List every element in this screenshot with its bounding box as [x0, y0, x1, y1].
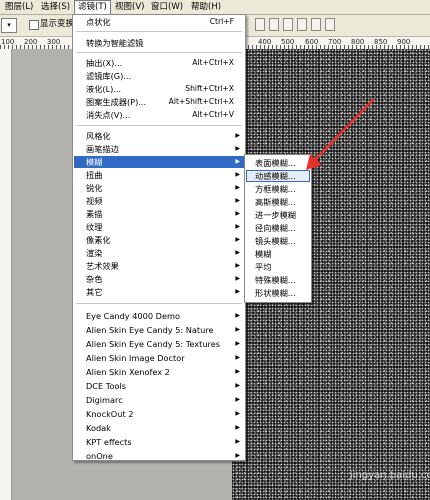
menu-window[interactable]: 窗口(W): [148, 0, 186, 14]
menu-item-image-doctor[interactable]: Alien Skin Image Doctor ▶: [74, 352, 244, 364]
menu-item-distort[interactable]: 扭曲 ▶: [74, 169, 244, 181]
submenu-item-box-blur[interactable]: 方框模糊...: [246, 183, 310, 195]
menu-layer[interactable]: 图层(L): [2, 0, 36, 14]
blur-submenu: 表面模糊... 动感模糊... 方框模糊... 高斯模糊... 进一步模糊 径向…: [244, 154, 312, 303]
menu-select[interactable]: 选择(S): [38, 0, 73, 14]
submenu-item-surface-blur[interactable]: 表面模糊...: [246, 157, 310, 169]
menu-item-eye-candy-4000[interactable]: Eye Candy 4000 Demo ▶: [74, 310, 244, 322]
menu-item-texture[interactable]: 纹理 ▶: [74, 221, 244, 233]
menu-item-sketch[interactable]: 素描 ▶: [74, 208, 244, 220]
distribute-center-icon[interactable]: [311, 18, 321, 31]
menu-item-xenofex[interactable]: Alien Skin Xenofex 2 ▶: [74, 366, 244, 378]
menu-view[interactable]: 视图(V): [112, 0, 147, 14]
menu-help[interactable]: 帮助(H): [188, 0, 224, 14]
distribute-icon[interactable]: [297, 18, 307, 31]
menu-item-kodak[interactable]: Kodak ▶: [74, 422, 244, 434]
menu-item-pattern-maker[interactable]: 图案生成器(P)... Alt+Shift+Ctrl+X: [74, 96, 244, 108]
menu-item-brush-strokes[interactable]: 画笔描边 ▶: [74, 143, 244, 155]
submenu-item-average[interactable]: 平均: [246, 261, 310, 273]
menu-item-sharpen[interactable]: 锐化 ▶: [74, 182, 244, 194]
submenu-item-blur[interactable]: 模糊: [246, 248, 310, 260]
menu-item-artistic[interactable]: 艺术效果 ▶: [74, 260, 244, 272]
align-right-icon[interactable]: [283, 18, 293, 31]
menu-item-extract[interactable]: 抽出(X)... Alt+Ctrl+X: [74, 57, 244, 69]
menu-item-eye-candy-textures[interactable]: Alien Skin Eye Candy 5: Textures ▶: [74, 338, 244, 350]
menu-item-digimarc[interactable]: Digimarc ▶: [74, 394, 244, 406]
show-transform-checkbox[interactable]: [29, 20, 39, 30]
align-buttons: [255, 18, 339, 32]
submenu-item-gaussian-blur[interactable]: 高斯模糊...: [246, 196, 310, 208]
menu-item-render[interactable]: 渲染 ▶: [74, 247, 244, 259]
menu-item-blur[interactable]: 模糊 ▶: [74, 156, 244, 168]
menu-separator: [76, 125, 242, 126]
watermark-text: jingyan.baidu.com: [350, 470, 430, 481]
submenu-item-shape-blur[interactable]: 形状模糊...: [246, 287, 310, 299]
align-left-icon[interactable]: [255, 18, 265, 31]
filter-menu: 点状化 Ctrl+F 转换为智能滤镜 抽出(X)... Alt+Ctrl+X 滤镜库…: [72, 14, 246, 461]
menu-item-convert-smart-filter[interactable]: 转换为智能滤镜: [74, 37, 244, 49]
menu-item-onone[interactable]: onOne ▶: [74, 450, 244, 462]
menu-item-other[interactable]: 其它 ▶: [74, 286, 244, 298]
menu-item-pixelate[interactable]: 像素化 ▶: [74, 234, 244, 246]
submenu-item-lens-blur[interactable]: 镜头模糊...: [246, 235, 310, 247]
vertical-ruler: [0, 49, 12, 500]
menu-separator: [76, 52, 242, 53]
menu-item-liquify[interactable]: 液化(L)... Shift+Ctrl+X: [74, 83, 244, 95]
submenu-item-blur-more[interactable]: 进一步模糊: [246, 209, 310, 221]
menu-item-stylize[interactable]: 风格化 ▶: [74, 130, 244, 142]
menu-item-knockout[interactable]: KnockOut 2 ▶: [74, 408, 244, 420]
menu-filter[interactable]: 滤镜(T): [74, 0, 111, 14]
menu-item-last-filter[interactable]: 点状化 Ctrl+F: [74, 16, 244, 28]
menu-item-dce-tools[interactable]: DCE Tools ▶: [74, 380, 244, 392]
distribute-right-icon[interactable]: [325, 18, 335, 31]
menu-separator: [76, 31, 242, 32]
menu-item-filter-gallery[interactable]: 滤镜库(G)...: [74, 70, 244, 82]
submenu-item-radial-blur[interactable]: 径向模糊...: [246, 222, 310, 234]
align-center-icon[interactable]: [269, 18, 279, 31]
menu-item-eye-candy-nature[interactable]: Alien Skin Eye Candy 5: Nature ▶: [74, 324, 244, 336]
submenu-item-motion-blur[interactable]: 动感模糊...: [246, 170, 310, 182]
menu-separator: [76, 303, 242, 304]
menu-item-vanishing-point[interactable]: 消失点(V)... Alt+Ctrl+V: [74, 109, 244, 121]
menu-bar: 图层(L) 选择(S) 滤镜(T) 视图(V) 窗口(W) 帮助(H): [0, 0, 430, 15]
submenu-item-smart-blur[interactable]: 特殊模糊...: [246, 274, 310, 286]
tool-preset-dropdown[interactable]: ▾: [1, 18, 17, 33]
show-transform-label: 显示变换: [40, 19, 75, 29]
menu-item-kpt-effects[interactable]: KPT effects ▶: [74, 436, 244, 448]
menu-item-noise[interactable]: 杂色 ▶: [74, 273, 244, 285]
menu-item-video[interactable]: 视频 ▶: [74, 195, 244, 207]
